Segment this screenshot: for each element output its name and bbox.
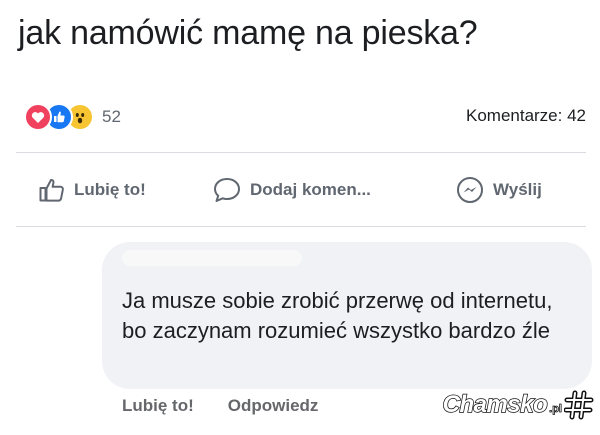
send-button[interactable]: Wyślij <box>455 165 542 215</box>
watermark-suffix: .pl <box>549 403 563 416</box>
comment-bubble-icon <box>214 178 240 202</box>
watermark-logo: Chamsko .pl <box>442 390 594 420</box>
like-button-label: Lubię to! <box>74 180 146 199</box>
reactions-summary[interactable]: 52 <box>24 103 121 131</box>
divider <box>16 152 586 153</box>
post-text: jak namówić mamę na pieska? <box>18 14 478 52</box>
like-button[interactable]: Lubię to! <box>38 165 146 215</box>
commenter-name-blurred <box>122 250 302 266</box>
comment-button-label: Dodaj komen... <box>250 180 371 199</box>
thumbs-up-icon <box>39 178 64 202</box>
comment-text: Ja musze sobie zrobić przerwę od interne… <box>122 288 553 343</box>
comments-count-link[interactable]: Komentarze: 42 <box>466 106 586 126</box>
messenger-icon <box>457 177 483 203</box>
hash-icon <box>564 390 594 420</box>
love-reaction-icon <box>24 103 52 131</box>
send-button-label: Wyślij <box>493 180 542 199</box>
comment-reply-link[interactable]: Odpowiedz <box>228 396 319 416</box>
reactions-count: 52 <box>102 107 121 126</box>
post-actions-bar: Lubię to! Dodaj komen... Wyślij <box>0 165 600 215</box>
divider <box>16 226 586 227</box>
comment-button[interactable]: Dodaj komen... <box>212 165 371 215</box>
watermark-text: Chamsko <box>442 390 549 419</box>
comment-like-link[interactable]: Lubię to! <box>122 396 194 416</box>
comment-actions: Lubię to! Odpowiedz <box>122 396 318 416</box>
